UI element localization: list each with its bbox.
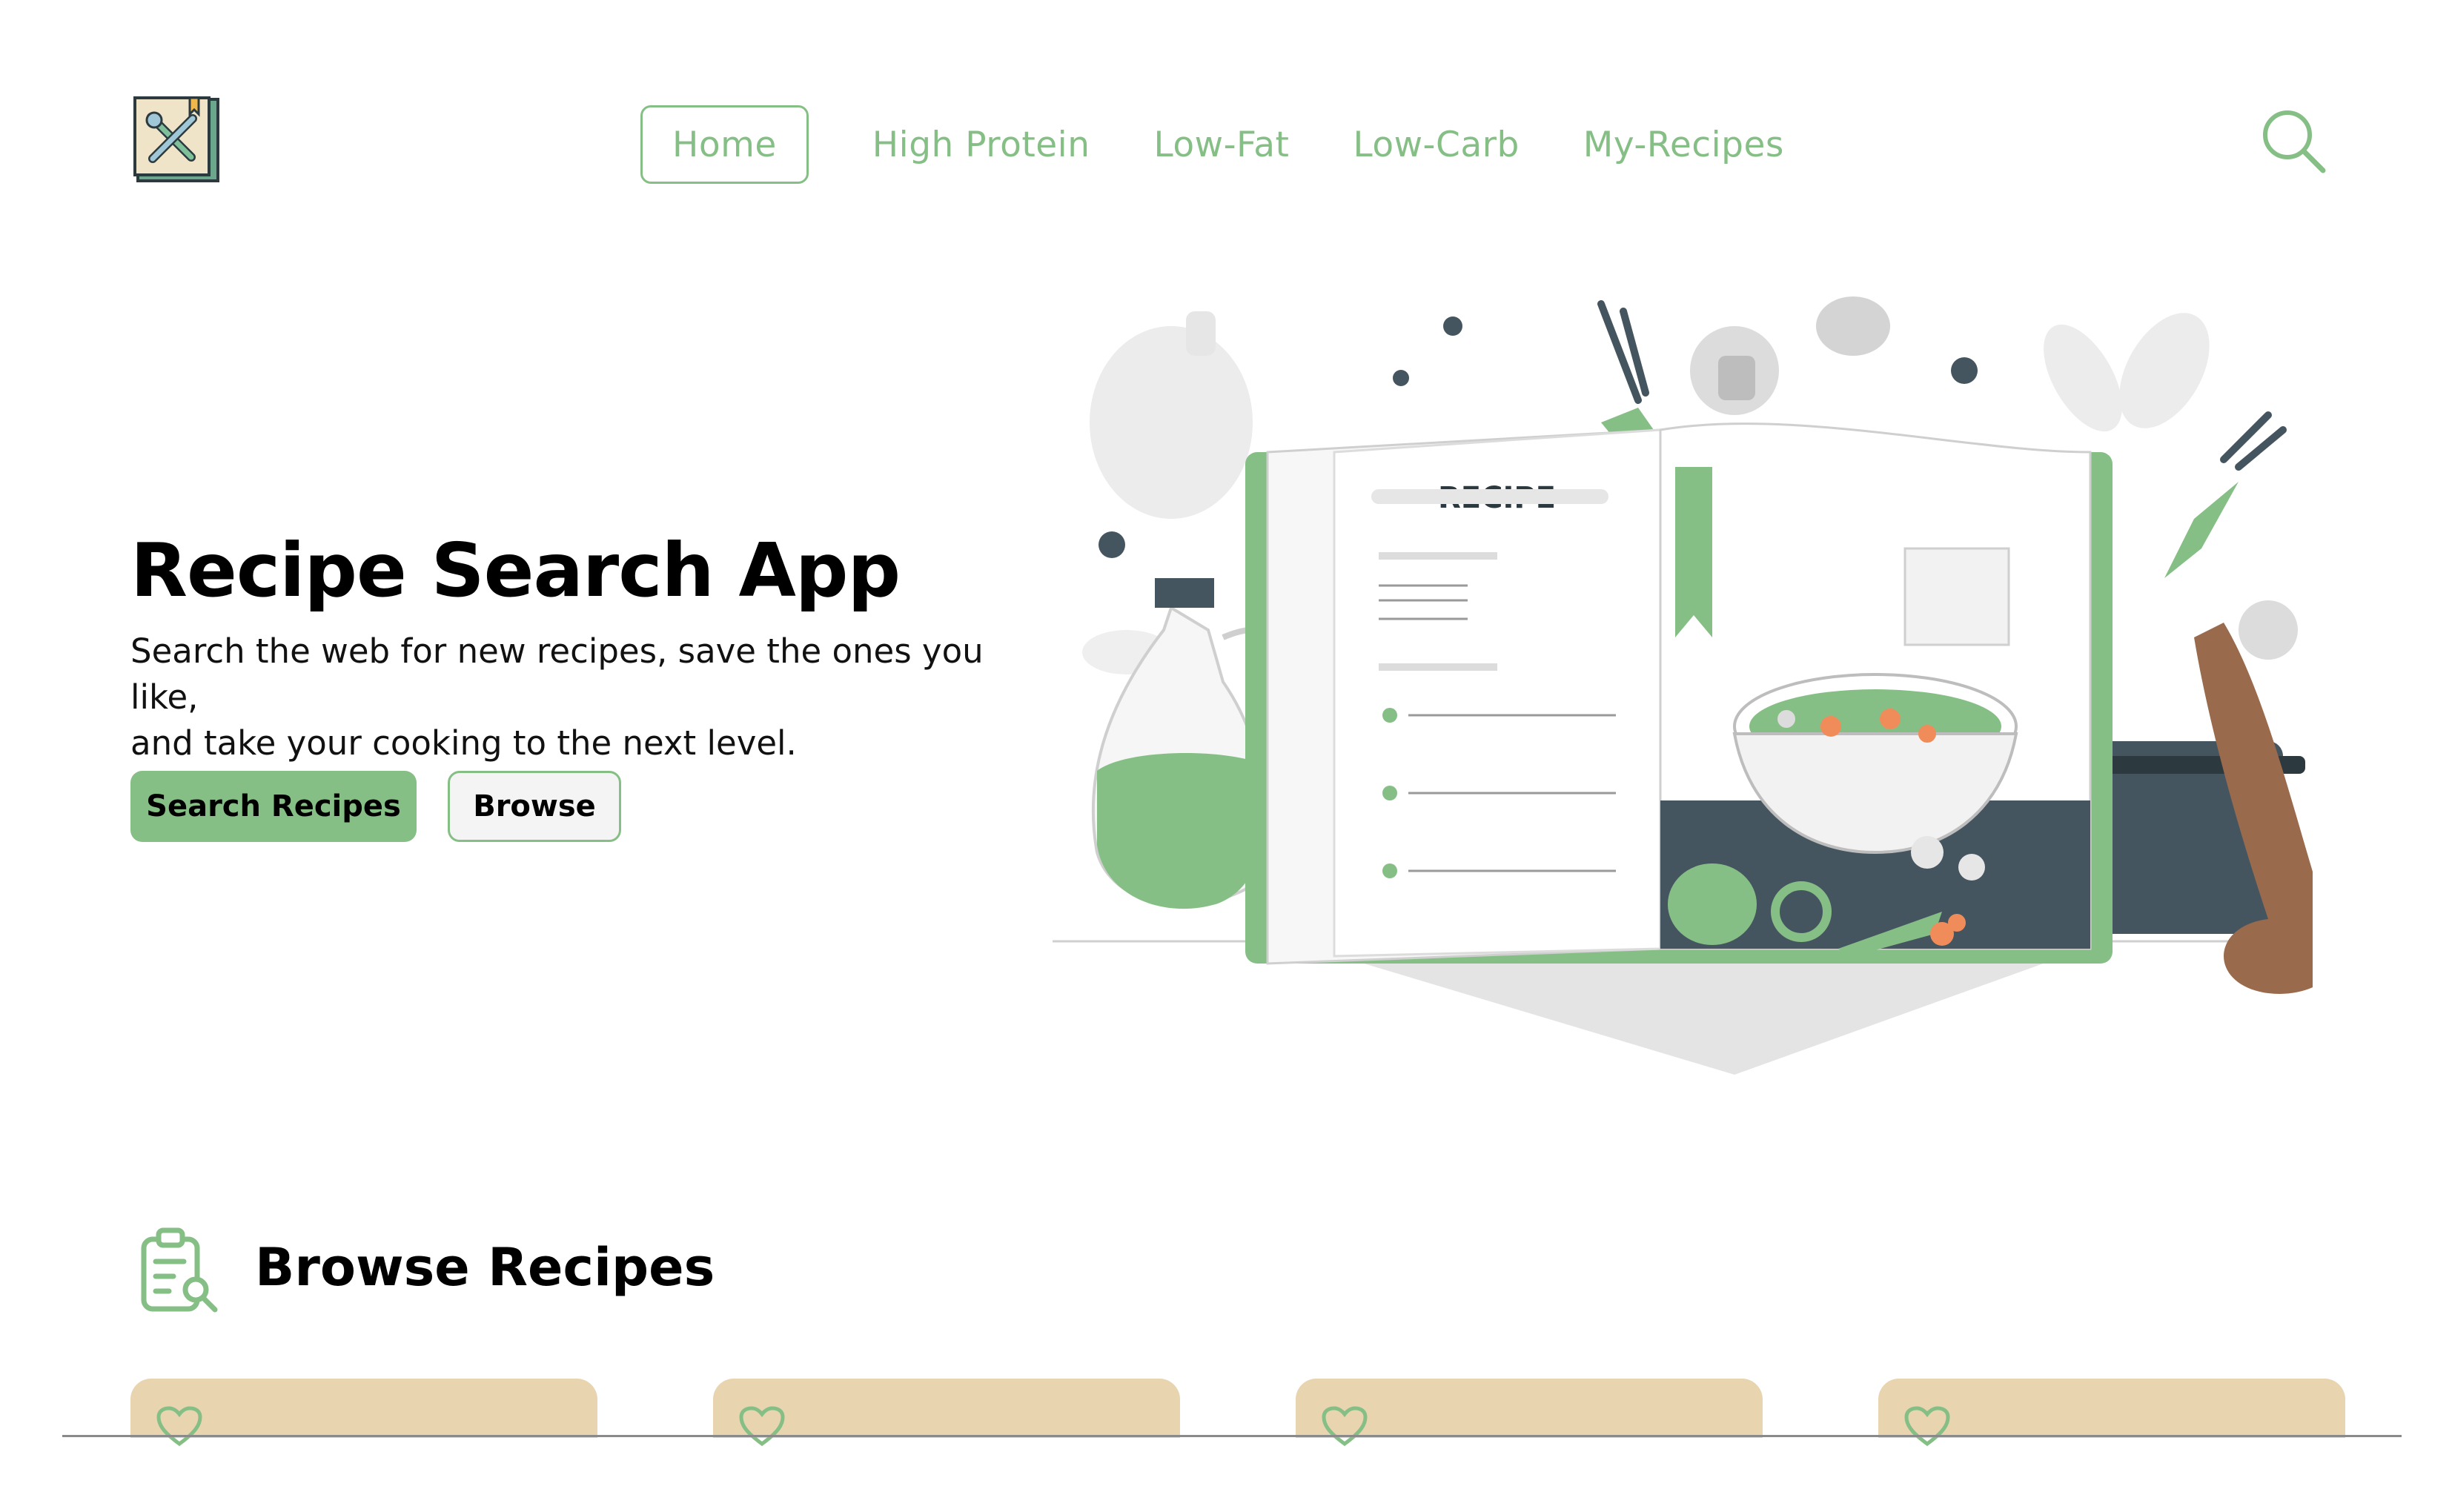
search-recipes-button[interactable]: Search Recipes (130, 771, 417, 842)
main-nav: Home High Protein Low-Fat Low-Carb My-Re… (640, 105, 1848, 184)
nav-low-fat[interactable]: Low-Fat (1154, 105, 1290, 184)
hero-subtitle-line2: and take your cooking to the next level. (130, 723, 797, 763)
logo[interactable] (132, 95, 222, 185)
clipboard-search-icon (141, 1227, 218, 1313)
recipe-card[interactable] (1878, 1379, 2345, 1447)
recipe-card[interactable] (1296, 1379, 1763, 1447)
recipe-card[interactable] (130, 1379, 597, 1447)
cookbook-logo-icon (133, 96, 219, 182)
search-icon (2263, 110, 2326, 173)
heart-icon[interactable] (1321, 1405, 1368, 1447)
browse-title: Browse Recipes (255, 1237, 715, 1298)
search-button[interactable] (2259, 107, 2327, 175)
hero-title: Recipe Search App (130, 527, 901, 614)
recipe-cards (130, 1379, 2354, 1447)
recipe-card[interactable] (713, 1379, 1180, 1447)
cookbook-illustration: RECIPE (1053, 296, 2346, 1075)
nav-high-protein[interactable]: High Protein (872, 105, 1090, 184)
hero-illustration: RECIPE (1053, 282, 2346, 1082)
browse-button[interactable]: Browse (448, 771, 621, 842)
heart-icon[interactable] (156, 1405, 203, 1447)
nav-my-recipes[interactable]: My-Recipes (1583, 105, 1784, 184)
nav-low-carb[interactable]: Low-Carb (1353, 105, 1519, 184)
nav-home[interactable]: Home (640, 105, 809, 184)
browse-section-icon (139, 1227, 219, 1313)
hero-subtitle: Search the web for new recipes, save the… (130, 629, 1057, 766)
heart-icon[interactable] (738, 1405, 786, 1447)
hero-subtitle-line1: Search the web for new recipes, save the… (130, 631, 984, 717)
heart-icon[interactable] (1903, 1405, 1951, 1447)
divider (62, 1435, 2402, 1437)
